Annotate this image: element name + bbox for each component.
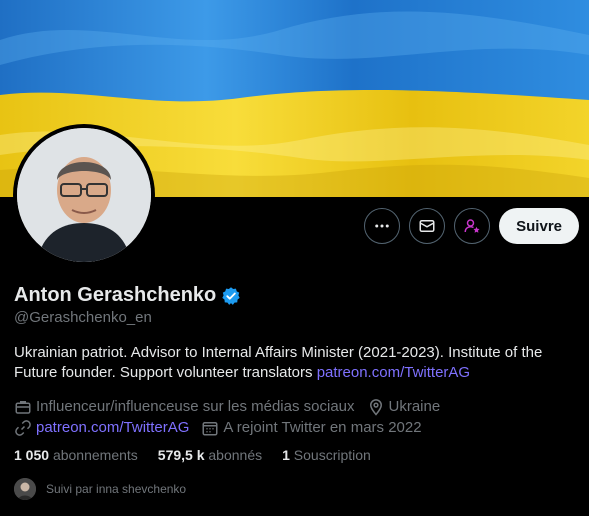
more-button[interactable]: [364, 208, 401, 244]
location-pin-icon: [369, 398, 382, 416]
profile-handle: @Gerashchenko_en: [14, 309, 152, 326]
verified-badge-icon[interactable]: [221, 286, 241, 306]
profile-bio: Ukrainian patriot. Advisor to Internal A…: [14, 343, 579, 383]
subscribe-button[interactable]: [454, 208, 491, 244]
following-label: abonnements: [52, 447, 138, 463]
location-text: Ukraine: [388, 398, 441, 415]
category-text: Influenceur/influenceuse sur les médias …: [36, 398, 355, 415]
followers-count: 579,5 k: [157, 447, 205, 463]
more-icon: [375, 224, 389, 228]
subscriptions-label: Souscription: [293, 447, 371, 463]
subscribe-star-person-icon: [464, 219, 480, 233]
profile-location: Ukraine: [367, 396, 441, 417]
joined-text: A rejoint Twitter en mars 2022: [223, 419, 422, 436]
briefcase-icon: [15, 400, 31, 414]
website-link[interactable]: patreon.com/TwitterAG: [36, 417, 189, 438]
following-count: 1 050: [14, 447, 50, 463]
following-stat[interactable]: 1 050 abonnements: [14, 447, 138, 463]
profile-category: Influenceur/influenceuse sur les médias …: [14, 396, 355, 417]
profile-name-row: Anton Gerashchenko: [14, 284, 241, 307]
profile-avatar[interactable]: [13, 124, 155, 266]
link-icon: [15, 419, 31, 436]
subscriptions-count: 1: [282, 447, 290, 463]
followers-stat[interactable]: 579,5 k abonnés: [158, 447, 262, 463]
profile-name: Anton Gerashchenko: [14, 284, 217, 306]
message-button[interactable]: [409, 208, 446, 244]
profile-meta: Influenceur/influenceuse sur les médias …: [14, 396, 452, 438]
follower-avatar: [14, 478, 36, 500]
followed-by[interactable]: Suivi par inna shevchenko: [14, 478, 186, 500]
envelope-icon: [419, 220, 435, 232]
profile-actions: Suivre: [364, 208, 579, 244]
calendar-icon: [202, 421, 218, 435]
profile-website: patreon.com/TwitterAG: [14, 417, 189, 438]
bio-link[interactable]: patreon.com/TwitterAG: [317, 364, 470, 381]
followers-label: abonnés: [208, 447, 263, 463]
avatar-photo: [17, 128, 151, 262]
subscriptions-stat[interactable]: 1 Souscription: [282, 447, 371, 463]
profile-joined: A rejoint Twitter en mars 2022: [201, 417, 422, 438]
profile-stats: 1 050 abonnements 579,5 k abonnés 1 Sous…: [14, 447, 371, 463]
follow-button[interactable]: Suivre: [499, 208, 579, 244]
followed-by-text: Suivi par inna shevchenko: [46, 482, 187, 496]
